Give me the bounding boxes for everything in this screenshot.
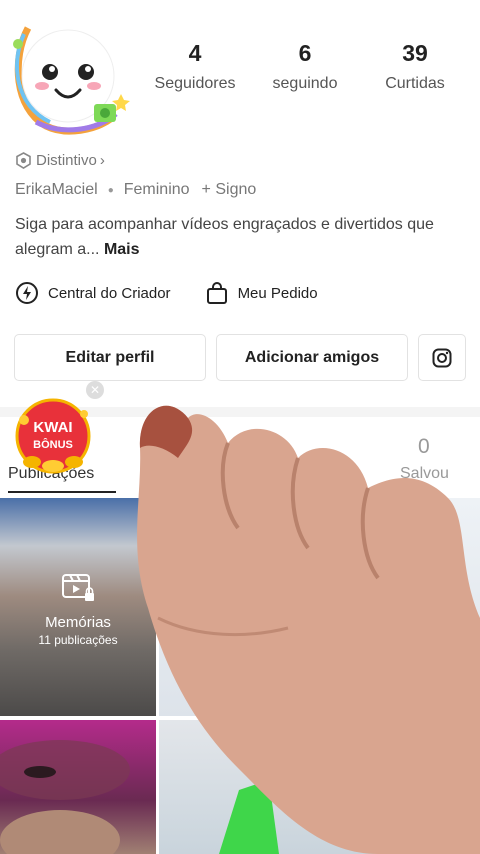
edit-profile-button[interactable]: Editar perfil (14, 334, 206, 381)
tab-active-indicator (8, 491, 116, 493)
dot-separator: ● (107, 184, 114, 196)
avatar[interactable] (6, 18, 130, 136)
kwai-bonus-icon: KWAI BÔNUS (15, 398, 91, 474)
followers-stat[interactable]: 4 Seguidores (140, 40, 250, 93)
my-order-link[interactable]: Meu Pedido (205, 281, 318, 305)
kwai-bonus-line1: KWAI (33, 419, 72, 436)
hand-overlay (137, 405, 480, 854)
badge-icon (16, 152, 31, 169)
username: ErikaMaciel (15, 181, 98, 198)
following-stat[interactable]: 6 seguindo (250, 40, 360, 93)
gender: Feminino (123, 181, 190, 198)
kwai-bonus-widget[interactable]: KWAI BÔNUS (12, 398, 94, 474)
likes-stat[interactable]: 39 Curtidas (360, 40, 470, 93)
lightning-icon (16, 282, 38, 304)
instagram-button[interactable] (418, 334, 466, 381)
followers-count: 4 (188, 40, 202, 66)
bio-text: Siga para acompanhar vídeos engraçados e… (15, 216, 434, 258)
badge-link[interactable]: Distintivo › (15, 152, 105, 169)
creator-center-link[interactable]: Central do Criador (15, 281, 171, 305)
creator-center-label: Central do Criador (48, 284, 171, 302)
close-icon[interactable]: ✕ (86, 381, 104, 399)
profile-stats: 4 Seguidores 6 seguindo 39 Curtidas (140, 40, 470, 93)
add-friends-button[interactable]: Adicionar amigos (216, 334, 408, 381)
memories-icon (62, 574, 94, 601)
profile-links: Central do Criador Meu Pedido (15, 281, 352, 305)
instagram-icon (432, 348, 452, 367)
kawaii-face-icon (13, 26, 130, 135)
my-order-label: Meu Pedido (237, 284, 318, 302)
followers-label: Seguidores (154, 75, 236, 92)
badge-label: Distintivo (36, 152, 97, 169)
profile-info-row: ErikaMaciel ● Feminino + Signo (15, 181, 256, 199)
chevron-right-icon: › (99, 152, 105, 169)
likes-label: Curtidas (385, 75, 445, 92)
shopping-bag-icon (206, 282, 227, 304)
bio: Siga para acompanhar vídeos engraçados e… (15, 212, 445, 262)
likes-count: 39 (402, 40, 428, 66)
kwai-bonus-line2: BÔNUS (33, 438, 73, 451)
sign-link[interactable]: + Signo (202, 181, 257, 199)
following-label: seguindo (272, 75, 338, 92)
bio-more-link[interactable]: Mais (104, 241, 140, 258)
following-count: 6 (298, 40, 312, 66)
